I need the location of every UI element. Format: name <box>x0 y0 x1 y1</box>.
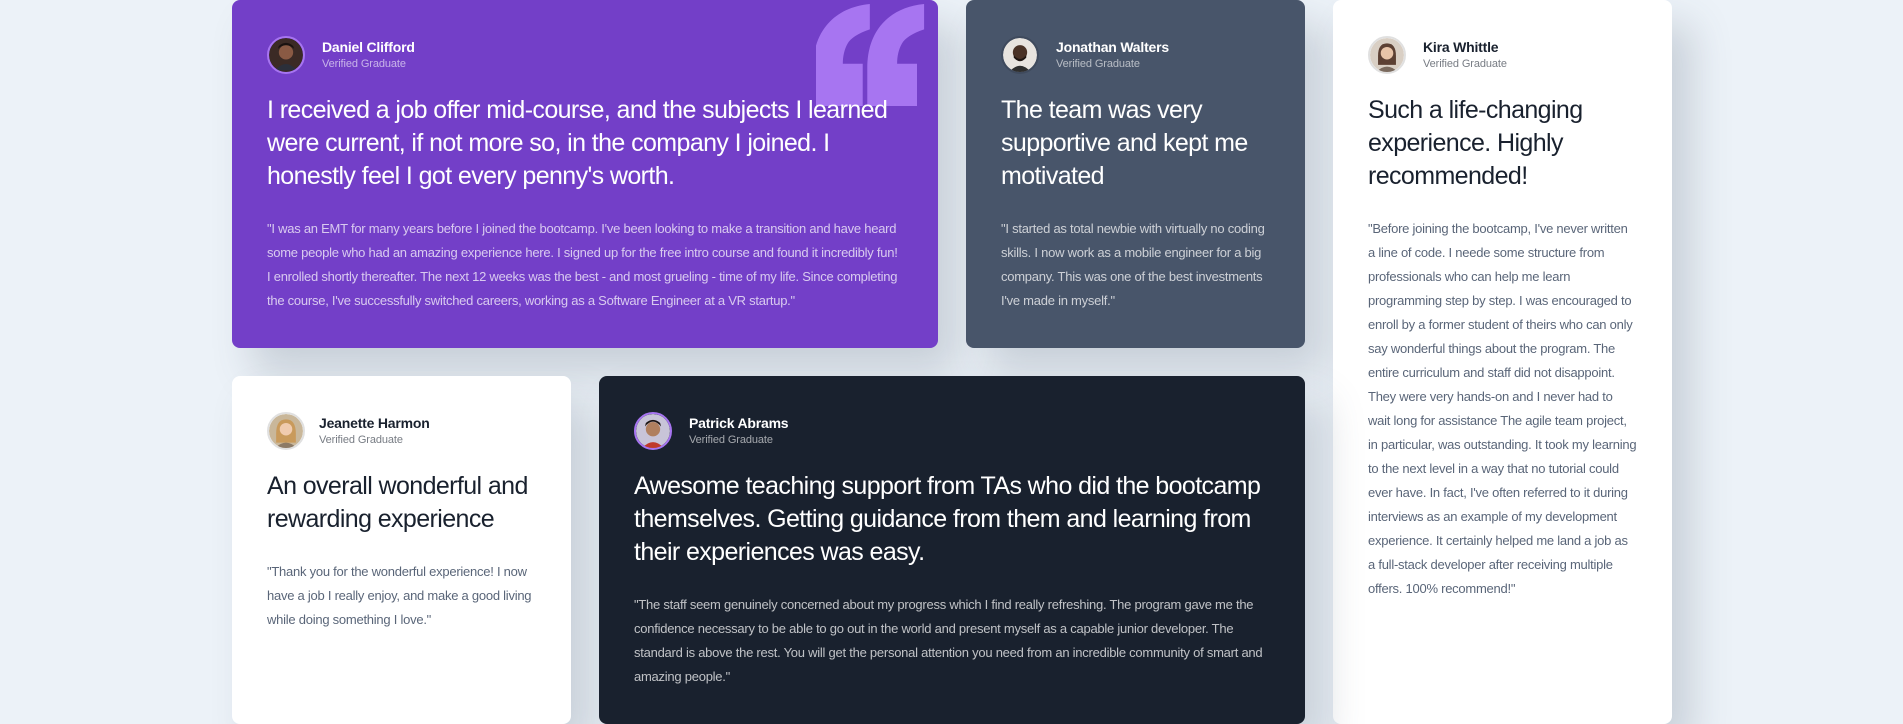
testimonial-header: Kira Whittle Verified Graduate <box>1368 36 1637 74</box>
testimonial-body: "I started as total newbie with virtuall… <box>1001 221 1265 308</box>
author-name: Jeanette Harmon <box>319 415 430 431</box>
author-name: Daniel Clifford <box>322 39 415 55</box>
author-role: Verified Graduate <box>322 58 406 70</box>
author-info: Daniel Clifford Verified Graduate <box>322 38 415 72</box>
testimonial-card-jonathan: Jonathan Walters Verified Graduate The t… <box>966 0 1305 348</box>
testimonial-title: An overall wonderful and rewarding exper… <box>267 472 528 533</box>
avatar <box>267 412 305 450</box>
avatar <box>1368 36 1406 74</box>
author-name: Patrick Abrams <box>689 415 789 431</box>
testimonial-title: I received a job offer mid-course, and t… <box>267 96 888 190</box>
author-name: Jonathan Walters <box>1056 39 1169 55</box>
testimonial-card-kira: Kira Whittle Verified Graduate Such a li… <box>1333 0 1672 724</box>
avatar <box>267 36 305 74</box>
author-role: Verified Graduate <box>319 434 403 446</box>
testimonial-header: Jeanette Harmon Verified Graduate <box>267 412 536 450</box>
testimonial-header: Daniel Clifford Verified Graduate <box>267 36 903 74</box>
testimonial-body: "The staff seem genuinely concerned abou… <box>634 597 1263 684</box>
author-role: Verified Graduate <box>1056 58 1140 70</box>
author-info: Patrick Abrams Verified Graduate <box>689 414 789 448</box>
testimonial-body: "I was an EMT for many years before I jo… <box>267 221 898 308</box>
testimonial-card-daniel: Daniel Clifford Verified Graduate I rece… <box>232 0 938 348</box>
testimonial-title: Such a life-changing experience. Highly … <box>1368 96 1583 190</box>
testimonial-card-jeanette: Jeanette Harmon Verified Graduate An ove… <box>232 376 571 724</box>
author-name: Kira Whittle <box>1423 39 1499 55</box>
author-info: Jeanette Harmon Verified Graduate <box>319 414 430 448</box>
author-role: Verified Graduate <box>689 434 773 446</box>
testimonial-header: Patrick Abrams Verified Graduate <box>634 412 1270 450</box>
avatar <box>1001 36 1039 74</box>
testimonial-header: Jonathan Walters Verified Graduate <box>1001 36 1270 74</box>
avatar <box>634 412 672 450</box>
testimonial-title: The team was very supportive and kept me… <box>1001 96 1248 190</box>
testimonial-title: Awesome teaching support from TAs who di… <box>634 472 1261 566</box>
testimonial-body: "Before joining the bootcamp, I've never… <box>1368 221 1637 596</box>
author-info: Kira Whittle Verified Graduate <box>1423 38 1507 72</box>
testimonials-grid: Daniel Clifford Verified Graduate I rece… <box>0 0 1903 724</box>
testimonial-body: "Thank you for the wonderful experience!… <box>267 564 532 627</box>
author-role: Verified Graduate <box>1423 58 1507 70</box>
author-info: Jonathan Walters Verified Graduate <box>1056 38 1169 72</box>
testimonial-card-patrick: Patrick Abrams Verified Graduate Awesome… <box>599 376 1305 724</box>
